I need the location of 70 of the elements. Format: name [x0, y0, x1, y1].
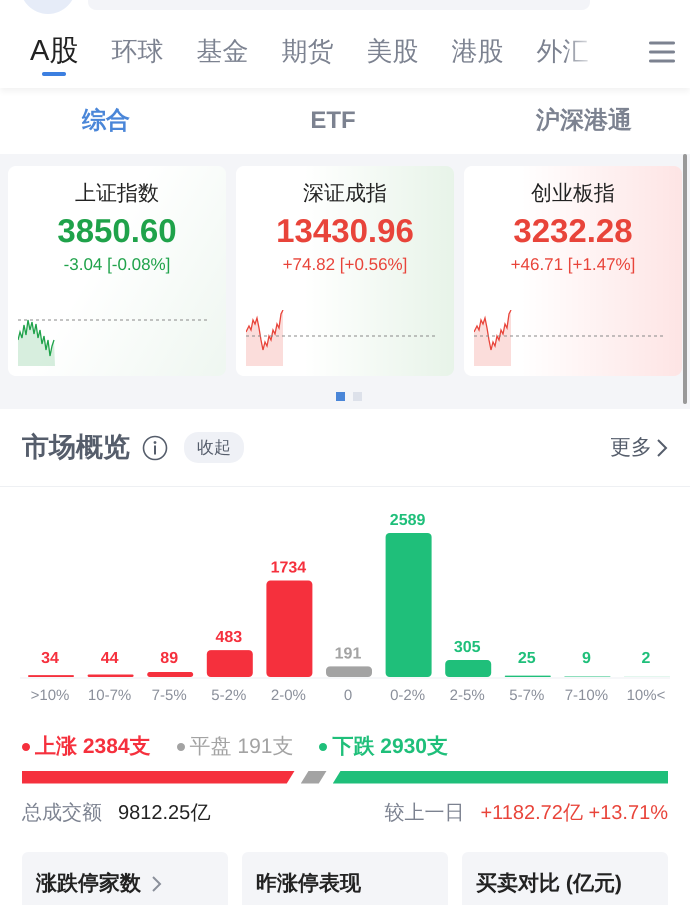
axis-label: 10%< — [626, 687, 666, 704]
legend-item: 平盘 191支 — [176, 731, 294, 762]
sub-tab[interactable]: ETF — [310, 103, 356, 139]
axis-label: 10-7% — [88, 687, 132, 704]
bar — [147, 672, 194, 677]
axis-label: 2-5% — [450, 687, 485, 704]
card-title: 买卖对比 (亿元) — [476, 872, 622, 894]
bar-value: 89 — [160, 650, 178, 667]
market-tab[interactable]: 期货 — [281, 36, 334, 66]
scrollbar[interactable] — [683, 154, 687, 404]
turnover-label: 总成交额 — [22, 800, 102, 826]
section-title: 市场概览 — [22, 431, 130, 464]
axis-label: 7-5% — [152, 687, 187, 704]
more-link[interactable]: 更多 — [610, 432, 668, 464]
bar-value: 483 — [215, 629, 242, 646]
axis-label: 5-7% — [509, 687, 544, 704]
sub-tab[interactable]: 综合 — [82, 103, 130, 139]
card-title: 昨涨停表现 — [256, 872, 361, 894]
bar — [445, 660, 492, 677]
index-card[interactable]: 上证指数 3850.60 -3.04 [-0.08%] — [8, 166, 226, 376]
index-value: 13430.96 — [275, 210, 415, 250]
stat-card[interactable]: 涨跌停家数 — [22, 852, 228, 905]
index-name: 上证指数 — [74, 181, 160, 207]
tab-indicator — [42, 72, 66, 76]
market-tab[interactable]: A股 — [30, 36, 78, 66]
bar — [326, 666, 372, 677]
card-title: 涨跌停家数 — [36, 872, 141, 894]
bar-value: 305 — [454, 639, 481, 656]
bar-value: 1734 — [270, 560, 306, 577]
index-value: 3850.60 — [56, 210, 178, 250]
bar-value: 34 — [41, 650, 59, 667]
axis-label: 2-0% — [270, 687, 306, 704]
bar-value: 2 — [642, 650, 650, 667]
index-name: 深证成指 — [302, 181, 388, 207]
axis-label: 0 — [344, 687, 352, 704]
bar-value: 191 — [334, 645, 362, 662]
compare-label: 较上一日 — [384, 800, 464, 826]
bar-value: 9 — [582, 650, 591, 667]
bar-value: 44 — [100, 650, 118, 667]
chevron-icon — [656, 438, 668, 458]
axis-label: 0-2% — [390, 687, 426, 704]
axis-label: >10% — [30, 687, 70, 704]
compare-value: +1182.72亿 +13.71% — [480, 800, 668, 826]
info-icon[interactable] — [142, 434, 168, 460]
index-change: +74.82 [+0.56%] — [282, 254, 408, 276]
index-name: 创业板指 — [530, 181, 616, 207]
stat-card[interactable]: 买卖对比 (亿元) — [462, 852, 668, 905]
axis-label: 5-2% — [211, 687, 246, 704]
bar-value: 25 — [518, 650, 536, 667]
collapse-button[interactable]: 收起 — [184, 432, 244, 464]
stat-card[interactable]: 昨涨停表现 — [242, 852, 448, 905]
legend-item: 下跌 2930支 — [319, 731, 448, 762]
bar-value: 2589 — [390, 512, 426, 529]
index-card[interactable]: 深证成指 13430.96 +74.82 [+0.56%] — [236, 166, 454, 376]
market-tab[interactable]: 基金 — [196, 36, 248, 66]
index-card[interactable]: 创业板指 3232.28 +46.71 [+1.47%] — [464, 166, 682, 376]
sub-tab[interactable]: 沪深港通 — [536, 103, 632, 139]
bar — [88, 674, 134, 677]
index-change: +46.71 [+1.47%] — [510, 254, 636, 276]
index-change: -3.04 [-0.08%] — [62, 254, 172, 276]
axis-label: 7-10% — [564, 687, 608, 704]
market-tab[interactable]: 外汇 — [536, 36, 588, 66]
market-tab[interactable]: 环球 — [111, 36, 164, 66]
index-value: 3232.28 — [512, 210, 634, 250]
bar — [206, 650, 253, 677]
turnover-value: 9812.25亿 — [118, 800, 210, 826]
legend-item: 上涨 2384支 — [22, 731, 151, 762]
market-tab[interactable]: 美股 — [366, 36, 418, 66]
market-tab[interactable]: 港股 — [451, 36, 504, 66]
menu-icon[interactable] — [649, 41, 675, 63]
